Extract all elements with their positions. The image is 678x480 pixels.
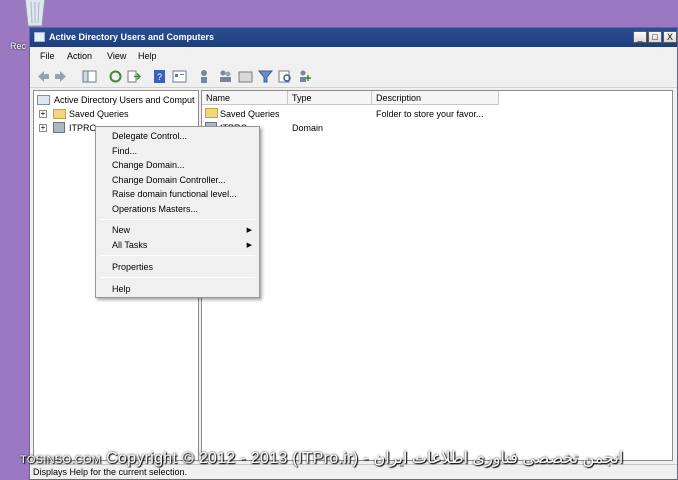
expand-icon[interactable]: +: [39, 110, 47, 118]
back-icon[interactable]: [36, 69, 51, 84]
watermark-copyright: Copyright © 2012 - 2013 (ITPro.ir) - انج…: [106, 450, 624, 467]
title-bar[interactable]: Active Directory Users and Computers _ □…: [30, 28, 677, 47]
tree-label-domain: ITPRO: [69, 123, 97, 133]
menu-file[interactable]: File: [40, 51, 55, 61]
list-cell-type: Domain: [292, 123, 324, 133]
menu-item-change-domain[interactable]: Change Domain...: [112, 160, 185, 170]
watermark-text: TOSINSO.COM Copyright © 2012 - 2013 (ITP…: [20, 448, 623, 468]
menu-separator: [100, 277, 255, 278]
menu-separator: [100, 219, 255, 220]
properties-icon[interactable]: [172, 69, 187, 84]
users-icon[interactable]: [198, 69, 213, 84]
menu-item-find[interactable]: Find...: [112, 146, 137, 156]
menu-item-raise-domain-level[interactable]: Raise domain functional level...: [112, 189, 237, 199]
menu-item-delegate-control[interactable]: Delegate Control...: [112, 131, 187, 141]
expand-icon[interactable]: +: [39, 124, 47, 132]
menu-view[interactable]: View: [107, 51, 126, 61]
menu-item-all-tasks[interactable]: All Tasks ▶: [112, 240, 258, 250]
toolbar: ?: [30, 66, 677, 88]
context-menu: Delegate Control... Find... Change Domai…: [95, 126, 260, 298]
details-list[interactable]: Name Type Description Saved Queries Fold…: [201, 90, 673, 461]
column-header-type[interactable]: Type: [288, 91, 372, 105]
folder-icon: [53, 109, 66, 119]
menu-action[interactable]: Action: [67, 51, 92, 61]
groups-icon[interactable]: [218, 69, 233, 84]
menu-item-help[interactable]: Help: [112, 284, 131, 294]
menu-bar: File Action View Help: [30, 48, 677, 65]
watermark-site: TOSINSO.COM: [20, 454, 102, 466]
help-icon[interactable]: ?: [152, 69, 167, 84]
window-title: Active Directory Users and Computers: [49, 32, 215, 42]
ad-root-icon: [37, 95, 50, 105]
domain-icon: [53, 122, 65, 133]
ou-icon[interactable]: [238, 69, 253, 84]
menu-item-properties[interactable]: Properties: [112, 262, 153, 272]
menu-separator: [100, 255, 255, 256]
maximize-button[interactable]: □: [648, 31, 662, 43]
tree-item-root[interactable]: Active Directory Users and Comput: [37, 94, 198, 107]
column-header-name[interactable]: Name: [202, 91, 288, 105]
menu-help[interactable]: Help: [138, 51, 157, 61]
list-cell-name: Saved Queries: [220, 109, 280, 119]
menu-item-new[interactable]: New ▶: [112, 225, 258, 235]
submenu-arrow-icon: ▶: [246, 242, 252, 249]
menu-item-all-tasks-label: All Tasks: [112, 240, 148, 250]
minimize-button[interactable]: _: [633, 31, 647, 43]
export-icon[interactable]: [126, 69, 141, 84]
menu-item-new-label: New: [112, 225, 131, 235]
svg-text:?: ?: [157, 72, 162, 82]
show-console-tree-icon[interactable]: [82, 69, 97, 84]
menu-item-operations-masters[interactable]: Operations Masters...: [112, 204, 198, 214]
find-icon[interactable]: [278, 69, 293, 84]
tree-item-saved-queries[interactable]: + Saved Queries: [39, 108, 198, 121]
recycle-bin-icon[interactable]: [22, 0, 48, 28]
filter-icon[interactable]: [258, 69, 273, 84]
tree-root-label: Active Directory Users and Comput: [54, 95, 195, 105]
app-icon: [34, 32, 45, 42]
recycle-bin-label: Rec: [10, 41, 27, 51]
list-cell-description: Folder to store your favor...: [376, 109, 484, 119]
close-button[interactable]: X: [663, 31, 677, 43]
refresh-icon[interactable]: [108, 69, 123, 84]
column-header-description[interactable]: Description: [372, 91, 499, 105]
menu-item-change-domain-controller[interactable]: Change Domain Controller...: [112, 175, 226, 185]
forward-icon[interactable]: [53, 69, 68, 84]
folder-icon: [205, 108, 218, 118]
tree-label-saved-queries: Saved Queries: [69, 109, 129, 119]
add-to-group-icon[interactable]: [298, 69, 313, 84]
submenu-arrow-icon: ▶: [246, 227, 252, 234]
